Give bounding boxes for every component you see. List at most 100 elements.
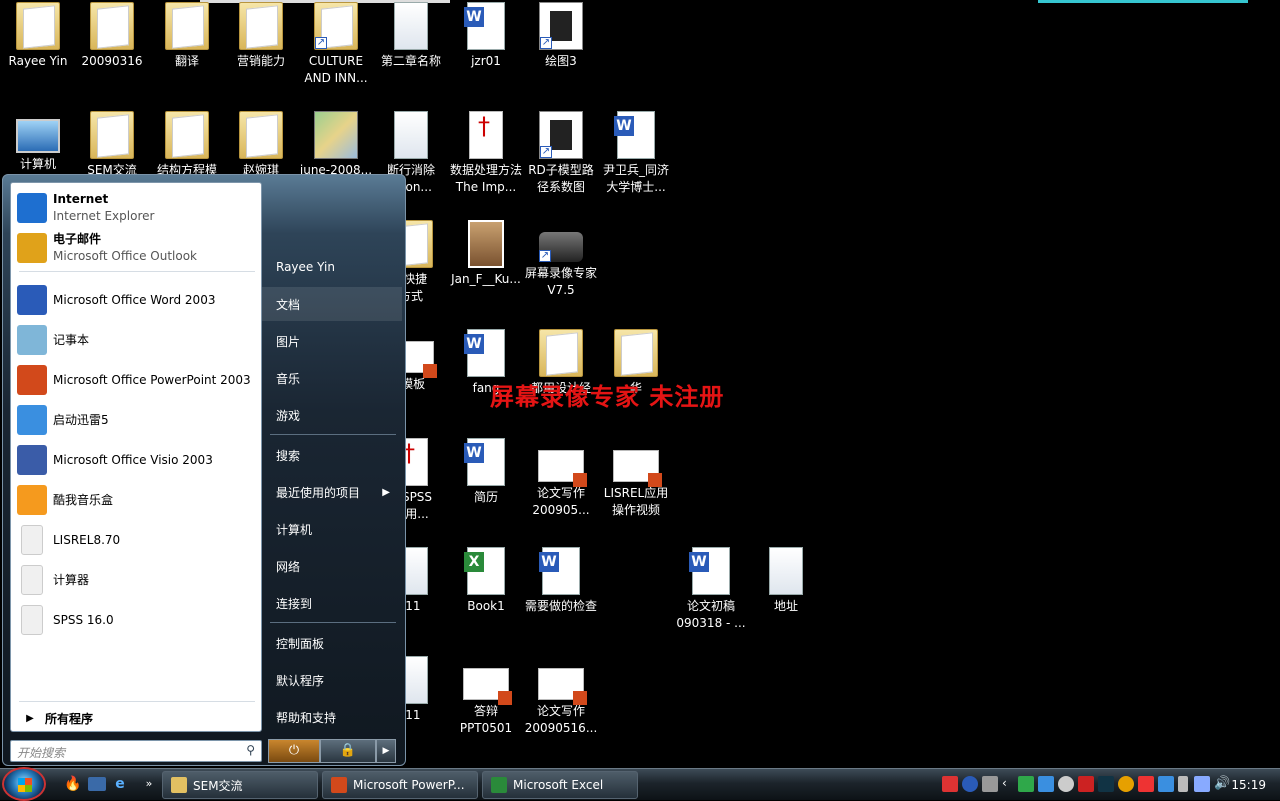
start-button[interactable] (2, 767, 46, 801)
recent-program-label: 计算器 (53, 572, 90, 587)
places-item[interactable]: 图片 (262, 324, 402, 358)
quicklaunch-overflow-icon[interactable]: » (140, 775, 158, 793)
desktop-icon[interactable]: Jan_F__Ku... (448, 218, 524, 288)
places-item[interactable]: 最近使用的项目 ▶ (262, 475, 402, 509)
tray-network-status-icon[interactable] (1194, 776, 1210, 792)
recent-program-item[interactable]: LISREL8.70 (15, 521, 259, 559)
places-item[interactable]: 控制面板 (262, 626, 402, 660)
start-menu-programs-pane: Internet Internet Explorer 电子邮件 Microsoft O… (10, 182, 262, 732)
taskbar-button[interactable]: SEM交流 (162, 771, 318, 799)
desktop-icon[interactable]: june-2008... (298, 109, 374, 179)
top-notification-bar (1038, 0, 1248, 3)
cam-icon: ↗ (539, 232, 583, 262)
desktop-icon[interactable]: SEM交流 (74, 109, 150, 179)
recent-program-item[interactable]: Microsoft Office PowerPoint 2003 (15, 361, 259, 399)
tray-s-icon[interactable] (942, 776, 958, 792)
places-item[interactable]: 搜索 (262, 438, 402, 472)
desktop-icon[interactable]: 第二章名称 (373, 0, 449, 70)
desktop-icon[interactable]: 数据处理方法The Imp... (448, 109, 524, 196)
desktop-icon[interactable]: 需要做的检查 (523, 545, 599, 615)
pinned-item[interactable]: 电子邮件 Microsoft Office Outlook (15, 229, 259, 267)
tray-network-icon[interactable] (982, 776, 998, 792)
power-icon[interactable]: ⏻ (268, 739, 320, 763)
places-item-label: 文档 (276, 297, 301, 312)
places-item-label: 计算机 (276, 522, 313, 537)
places-item[interactable]: 帮助和支持 (262, 700, 402, 734)
places-item[interactable]: 游戏 (262, 398, 402, 432)
recent-program-item[interactable]: 计算器 (15, 561, 259, 599)
pinned-item[interactable]: Internet Internet Explorer (15, 189, 259, 227)
desktop-icon[interactable]: 尹卫兵_同济大学博士... (598, 109, 674, 196)
desktop-icon-label: 论文写作20090516... (524, 704, 598, 735)
desktop-icon[interactable]: Rayee Yin (0, 0, 76, 70)
recent-program-item[interactable]: Microsoft Office Word 2003 (15, 281, 259, 319)
desktop-icon[interactable]: ↗ 绘图3 (523, 0, 599, 70)
desktop-icon[interactable]: ↗ CULTURE AND INN... (298, 0, 374, 87)
desktop-icon[interactable]: 地址 (748, 545, 824, 615)
taskbar-button[interactable]: Microsoft PowerP... (322, 771, 478, 799)
desktop-icon[interactable]: 20090316 (74, 0, 150, 70)
shutdown-options-arrow-icon[interactable]: ▶ (376, 739, 396, 763)
recent-program-item[interactable]: 酷我音乐盒 (15, 481, 259, 519)
desktop-icon[interactable]: 论文写作200905... (523, 436, 599, 519)
tray-power-icon[interactable] (1178, 776, 1188, 792)
tray-user-icon[interactable] (1058, 776, 1074, 792)
help-icon[interactable] (962, 776, 978, 792)
places-item[interactable]: 网络 (262, 549, 402, 583)
desktop-icon[interactable]: 答辩PPT0501 (448, 654, 524, 737)
tray-qq-icon[interactable] (1118, 776, 1134, 792)
desktop-icon[interactable]: 赵婉琪 (223, 109, 299, 179)
recent-program-item[interactable]: SPSS 16.0 (15, 601, 259, 639)
desktop-icon[interactable]: LISREL应用操作视频 (598, 436, 674, 519)
clock[interactable]: 15:19 (1231, 778, 1266, 792)
word-icon (464, 2, 505, 50)
all-programs-button[interactable]: ▶ 所有程序 (15, 707, 259, 729)
desktop-icon[interactable]: 营销能力 (223, 0, 299, 70)
recent-program-item[interactable]: 记事本 (15, 321, 259, 359)
places-item-label: 音乐 (276, 371, 301, 386)
places-item[interactable]: 文档 (262, 287, 402, 321)
desktop-icon[interactable]: ↗ RD子模型路径系数图 (523, 109, 599, 196)
tray-monitor-icon[interactable] (1158, 776, 1174, 792)
visio-icon (17, 445, 47, 475)
desktop-icon[interactable]: 翻译 (149, 0, 225, 70)
quicklaunch-app-icon[interactable]: 🔥 (64, 775, 82, 793)
start-search-input[interactable]: 开始搜索 ⚲ (10, 740, 262, 762)
lock-icon[interactable]: 🔒 (320, 739, 376, 763)
desktop-icon[interactable]: 结构方程模 (149, 109, 225, 179)
desktop-icon[interactable]: 论文写作20090516... (523, 654, 599, 737)
powerpoint-icon (17, 365, 47, 395)
user-picture[interactable] (262, 181, 407, 247)
volume-icon[interactable]: 🔊 (1214, 776, 1230, 792)
desktop-icon[interactable]: 简历 (448, 436, 524, 506)
tray-thunder-icon[interactable] (1038, 776, 1054, 792)
places-item[interactable]: Rayee Yin (262, 250, 402, 284)
internet-explorer-icon[interactable]: e (111, 775, 129, 793)
tray-security-icon[interactable] (1098, 776, 1114, 792)
pinned-item-text: 电子邮件 Microsoft Office Outlook (53, 231, 197, 265)
places-item[interactable]: 连接到 (262, 586, 402, 620)
thunder-icon (17, 405, 47, 435)
recent-program-item[interactable]: Microsoft Office Visio 2003 (15, 441, 259, 479)
show-desktop-icon[interactable] (88, 777, 106, 791)
tray-antivirus-icon[interactable] (1138, 776, 1154, 792)
places-item[interactable]: 音乐 (262, 361, 402, 395)
recent-program-label: Microsoft Office Visio 2003 (53, 452, 213, 467)
excel-icon (491, 777, 507, 793)
tray-kaspersky-icon[interactable] (1078, 776, 1094, 792)
outlook-icon (17, 233, 47, 263)
places-item[interactable]: 默认程序 (262, 663, 402, 697)
desktop-icon[interactable]: 计算机 (0, 109, 76, 173)
taskbar-button[interactable]: Microsoft Excel (482, 771, 638, 799)
tray-app-icon[interactable] (1018, 776, 1034, 792)
tray-expand-icon[interactable]: ‹ (1002, 776, 1018, 792)
places-item-label: 网络 (276, 559, 301, 574)
places-item[interactable]: 计算机 (262, 512, 402, 546)
desktop-icon[interactable]: ↗ 屏幕录像专家V7.5 (523, 218, 599, 299)
desktop-icon[interactable]: Book1 (448, 545, 524, 615)
desktop-icon[interactable]: jzr01 (448, 0, 524, 70)
word-icon (17, 285, 47, 315)
search-icon[interactable]: ⚲ (246, 743, 255, 757)
recent-program-item[interactable]: 启动迅雷5 (15, 401, 259, 439)
desktop-icon[interactable]: 论文初稿090318 - ... (673, 545, 749, 632)
